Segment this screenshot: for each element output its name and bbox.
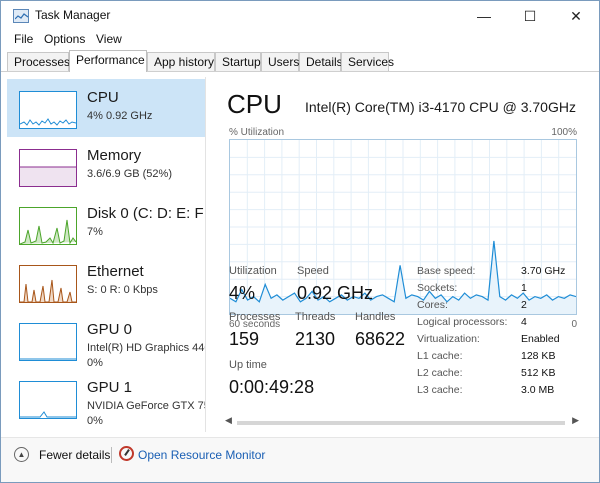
sidebar-item-title: GPU 1 xyxy=(87,379,133,396)
sidebar-item-subtitle: 7% xyxy=(87,226,103,238)
utilization-value: 4% xyxy=(229,283,256,303)
cpu-mini-graph xyxy=(19,91,77,129)
threads-value: 2130 xyxy=(295,329,336,349)
fewer-details-button[interactable]: Fewer details xyxy=(39,448,110,462)
spec-value: 2 xyxy=(521,299,527,311)
spec-value: 3.0 MB xyxy=(521,384,555,396)
tab-processes[interactable]: Processes xyxy=(7,52,70,71)
cpu-model-name: Intel(R) Core(TM) i3-4170 CPU @ 3.70GHz xyxy=(305,99,576,115)
sidebar-item-gpu1[interactable]: GPU 1 NVIDIA GeForce GTX 750 0% xyxy=(7,369,205,427)
task-manager-icon xyxy=(13,9,29,23)
graph-y-label: % Utilization xyxy=(229,127,285,138)
disk-mini-graph xyxy=(19,207,77,245)
scroll-left-icon[interactable]: ◀ xyxy=(225,415,232,426)
menu-bar: File Options View xyxy=(1,31,599,49)
menu-view[interactable]: View xyxy=(96,32,122,46)
spec-value: 512 KB xyxy=(521,367,556,379)
sidebar-item-ethernet[interactable]: Ethernet S: 0 R: 0 Kbps xyxy=(7,253,205,311)
sidebar-item-title: CPU xyxy=(87,89,119,106)
sidebar-item-subtitle: Intel(R) HD Graphics 440 xyxy=(87,342,205,354)
resource-monitor-icon[interactable] xyxy=(119,446,134,461)
speed-label: Speed xyxy=(297,265,329,277)
tab-users[interactable]: Users xyxy=(261,52,299,71)
footer-bar: ▲ Fewer details Open Resource Monitor xyxy=(1,437,599,482)
processes-value: 159 xyxy=(229,329,260,349)
threads-label: Threads xyxy=(295,311,336,323)
sidebar-item-subtitle: 3.6/6.9 GB (52%) xyxy=(87,168,172,180)
spec-key: L1 cache: xyxy=(417,350,463,362)
uptime-label: Up time xyxy=(229,359,267,371)
scrollbar-thumb[interactable] xyxy=(237,421,565,425)
sidebar-item-gpu0[interactable]: GPU 0 Intel(R) HD Graphics 440 0% xyxy=(7,311,205,369)
sidebar-item-disk[interactable]: Disk 0 (C: D: E: F:) 7% xyxy=(7,195,205,253)
spec-key: Logical processors: xyxy=(417,316,508,328)
handles-label: Handles xyxy=(355,311,396,323)
sidebar-item-usage: 0% xyxy=(87,415,103,427)
menu-options[interactable]: Options xyxy=(44,32,85,46)
sidebar-item-title: Memory xyxy=(87,147,142,164)
sidebar-item-subtitle: S: 0 R: 0 Kbps xyxy=(87,284,158,296)
memory-mini-graph xyxy=(19,149,77,187)
open-resource-monitor-link[interactable]: Open Resource Monitor xyxy=(138,448,265,462)
tab-app-history[interactable]: App history xyxy=(147,52,215,71)
menu-file[interactable]: File xyxy=(14,32,33,46)
sidebar-item-cpu[interactable]: CPU 4% 0.92 GHz xyxy=(7,79,205,137)
gpu1-mini-graph xyxy=(19,381,77,419)
sidebar-item-title: Disk 0 (C: D: E: F:) xyxy=(87,205,205,222)
window-title: Task Manager xyxy=(35,8,111,22)
sidebar-item-title: Ethernet xyxy=(87,263,144,280)
speed-value: 0.92 GHz xyxy=(297,283,374,303)
sidebar-item-subtitle: NVIDIA GeForce GTX 750 xyxy=(87,400,205,412)
graph-y-max: 100% xyxy=(551,127,577,138)
sidebar-item-memory[interactable]: Memory 3.6/6.9 GB (52%) xyxy=(7,137,205,195)
scroll-right-icon[interactable]: ▶ xyxy=(572,415,579,426)
tab-strip: Processes Performance App history Startu… xyxy=(7,50,597,72)
tab-services[interactable]: Services xyxy=(341,52,394,71)
tab-startup[interactable]: Startup xyxy=(215,52,261,71)
tab-details[interactable]: Details xyxy=(299,52,343,71)
spec-value: 4 xyxy=(521,316,527,328)
cpu-detail-panel: CPU Intel(R) Core(TM) i3-4170 CPU @ 3.70… xyxy=(207,77,597,433)
minimize-button[interactable]: — xyxy=(461,1,507,31)
task-manager-window: Task Manager — ☐ ✕ File Options View Pro… xyxy=(0,0,600,483)
processes-label: Processes xyxy=(229,311,281,323)
sidebar-item-usage: 0% xyxy=(87,357,103,369)
spec-value: 128 KB xyxy=(521,350,556,362)
spec-value: 3.70 GHz xyxy=(521,265,566,277)
uptime-value: 0:00:49:28 xyxy=(229,377,315,397)
close-button[interactable]: ✕ xyxy=(553,1,599,31)
handles-value: 68622 xyxy=(355,329,406,349)
horizontal-scrollbar[interactable]: ◀ ▶ xyxy=(223,414,581,431)
tab-performance[interactable]: Performance xyxy=(69,50,147,72)
spec-value: 1 xyxy=(521,282,527,294)
page-title: CPU xyxy=(227,89,282,119)
utilization-label: Utilization xyxy=(229,265,277,277)
sidebar-divider xyxy=(205,77,206,432)
spec-key: Virtualization: xyxy=(417,333,480,345)
sidebar-item-title: GPU 0 xyxy=(87,321,133,338)
footer-separator xyxy=(111,447,112,463)
ethernet-mini-graph xyxy=(19,265,77,303)
resource-sidebar: CPU 4% 0.92 GHz Memory 3.6/6.9 GB (52%) … xyxy=(7,77,205,433)
title-bar[interactable]: Task Manager — ☐ ✕ xyxy=(1,1,599,31)
chevron-up-icon[interactable]: ▲ xyxy=(14,447,29,462)
maximize-button[interactable]: ☐ xyxy=(507,1,553,31)
spec-key: Cores: xyxy=(417,299,448,311)
spec-value: Enabled xyxy=(521,333,560,345)
sidebar-item-subtitle: 4% 0.92 GHz xyxy=(87,110,153,122)
spec-key: Base speed: xyxy=(417,265,476,277)
spec-key: Sockets: xyxy=(417,282,458,294)
gpu0-mini-graph xyxy=(19,323,77,361)
spec-key: L2 cache: xyxy=(417,367,463,379)
spec-key: L3 cache: xyxy=(417,384,463,396)
graph-x-right-label: 0 xyxy=(571,319,577,330)
